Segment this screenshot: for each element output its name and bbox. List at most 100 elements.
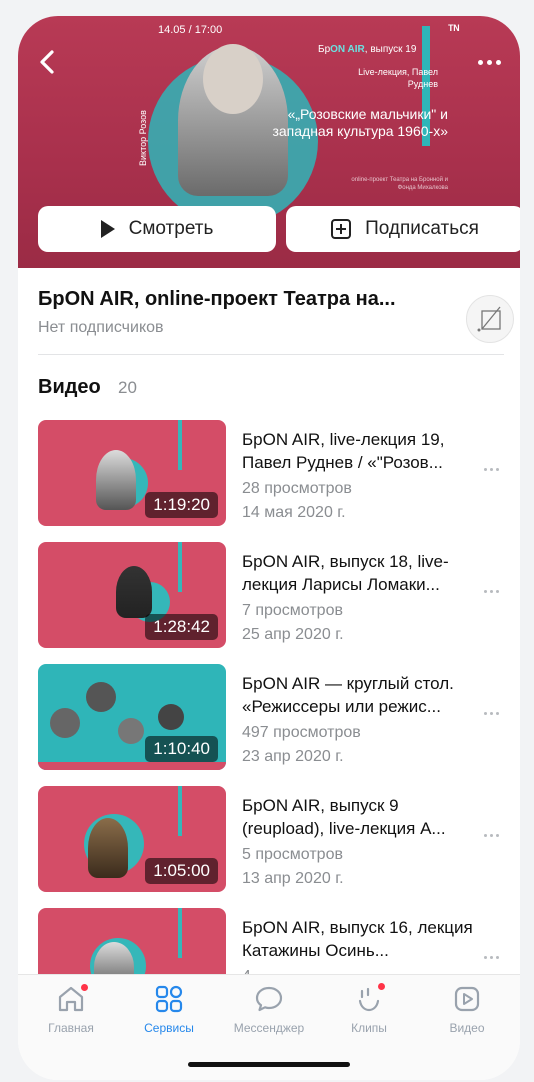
more-dot-icon bbox=[486, 59, 492, 65]
video-duration: 1:19:20 bbox=[145, 492, 218, 518]
thumb-decoration bbox=[86, 682, 116, 712]
video-more-button[interactable] bbox=[484, 712, 504, 715]
cover-episode: БрON AIR, выпуск 19 bbox=[318, 44, 416, 55]
video-duration: 1:05:00 bbox=[145, 858, 218, 884]
group-title[interactable]: БрON AIR, online-проект Театра на... bbox=[38, 288, 504, 311]
group-subscribers: Нет подписчиков bbox=[38, 319, 164, 336]
add-square-icon bbox=[331, 219, 352, 239]
subscribe-button[interactable]: Подписаться bbox=[286, 206, 520, 252]
tab-clips[interactable]: Клипы bbox=[324, 983, 414, 1035]
video-thumbnail[interactable]: 1:19:20 bbox=[38, 420, 226, 526]
more-dot-icon bbox=[484, 468, 487, 471]
cover-vertical-text: Виктор Розов bbox=[138, 110, 148, 166]
video-thumbnail[interactable]: 1:05:00 bbox=[38, 786, 226, 892]
thumb-decoration bbox=[38, 762, 226, 770]
more-dot-icon bbox=[484, 834, 487, 837]
video-title: БрON AIR, выпуск 9 (reupload), live-лекц… bbox=[242, 796, 446, 838]
messenger-icon bbox=[253, 983, 285, 1015]
services-icon bbox=[153, 983, 185, 1015]
more-dot-icon bbox=[496, 712, 499, 715]
cover-episode-on: ON AIR bbox=[330, 44, 365, 55]
notification-dot bbox=[81, 984, 88, 991]
more-dot-icon bbox=[490, 834, 493, 837]
tab-messenger[interactable]: Мессенджер bbox=[224, 983, 314, 1035]
tab-label: Сервисы bbox=[144, 1021, 194, 1035]
phone-screen: 14.05 / 17:00 ᵀᴺ БрON AIR, выпуск 19 Liv… bbox=[18, 16, 520, 1080]
home-indicator bbox=[188, 1062, 350, 1067]
video-item[interactable]: 1:19:20 БрON AIR, live-лекция 19, Павел … bbox=[38, 420, 504, 528]
video-item[interactable]: 1:10:40 БрON AIR — круглый стол. «Режисс… bbox=[38, 664, 504, 772]
more-dot-icon bbox=[484, 712, 487, 715]
video-thumbnail[interactable]: 1:28:42 bbox=[38, 542, 226, 648]
watch-button[interactable]: Смотреть bbox=[38, 206, 276, 252]
more-dot-icon bbox=[490, 590, 493, 593]
cover-action-buttons: Смотреть Подписаться bbox=[38, 206, 520, 252]
video-title: БрON AIR, выпуск 18, live-лекция Ларисы … bbox=[242, 552, 449, 594]
clips-icon bbox=[353, 983, 385, 1015]
video-more-button[interactable] bbox=[484, 468, 504, 471]
more-dot-icon bbox=[490, 468, 493, 471]
cover-episode-suffix: , выпуск 19 bbox=[364, 44, 417, 55]
tab-label: Мессенджер bbox=[233, 1021, 305, 1035]
video-title: БрON AIR, выпуск 16, лекция Катажины Оси… bbox=[242, 918, 473, 960]
thumb-decoration bbox=[118, 718, 144, 744]
tab-label: Клипы bbox=[351, 1021, 387, 1035]
back-button[interactable] bbox=[34, 48, 62, 76]
video-duration: 1:28:42 bbox=[145, 614, 218, 640]
group-avatar[interactable] bbox=[466, 295, 514, 343]
video-views: 7 просмотров bbox=[242, 602, 343, 619]
theatre-logo-icon bbox=[477, 306, 501, 332]
videos-section-title: Видео bbox=[38, 376, 101, 398]
video-icon bbox=[451, 983, 483, 1015]
video-thumbnail[interactable]: 1:10:40 bbox=[38, 664, 226, 770]
cover-date: 14.05 / 17:00 bbox=[158, 24, 223, 36]
more-dot-icon bbox=[484, 590, 487, 593]
video-info: БрON AIR, live-лекция 19, Павел Руднев /… bbox=[242, 428, 482, 526]
more-dot-icon bbox=[496, 590, 499, 593]
tab-label: Главная bbox=[48, 1021, 94, 1035]
more-dot-icon bbox=[496, 834, 499, 837]
cover-topic: «„Розовские мальчики" и западная культур… bbox=[272, 106, 448, 139]
more-dot-icon bbox=[484, 956, 487, 959]
video-date: 25 апр 2020 г. bbox=[242, 626, 344, 643]
thumb-portrait bbox=[116, 566, 152, 618]
tab-home[interactable]: Главная bbox=[26, 983, 116, 1035]
video-views: 5 просмотров bbox=[242, 846, 343, 863]
subscribe-button-label: Подписаться bbox=[365, 218, 479, 239]
tab-services[interactable]: Сервисы bbox=[124, 983, 214, 1035]
video-date: 14 мая 2020 г. bbox=[242, 504, 346, 521]
video-info: БрON AIR, выпуск 9 (reupload), live-лекц… bbox=[242, 794, 482, 892]
video-more-button[interactable] bbox=[484, 956, 504, 959]
group-cover: 14.05 / 17:00 ᵀᴺ БрON AIR, выпуск 19 Liv… bbox=[18, 16, 520, 268]
thumb-decoration bbox=[178, 786, 182, 836]
more-dot-icon bbox=[490, 712, 493, 715]
thumb-portrait bbox=[96, 450, 136, 510]
video-duration: 1:10:40 bbox=[145, 736, 218, 762]
notification-dot bbox=[378, 983, 385, 990]
video-title: БрON AIR, live-лекция 19, Павел Руднев /… bbox=[242, 430, 445, 472]
more-dot-icon bbox=[477, 59, 483, 65]
tab-label: Видео bbox=[449, 1021, 485, 1035]
group-info: БрON AIR, online-проект Театра на... Нет… bbox=[38, 288, 504, 337]
cover-lecture: Live-лекция, Павел Руднев bbox=[358, 67, 438, 89]
more-dot-icon bbox=[496, 956, 499, 959]
video-item[interactable]: 1:28:42 БрON AIR, выпуск 18, live-лекция… bbox=[38, 542, 504, 650]
tab-video[interactable]: Видео bbox=[422, 983, 512, 1035]
divider bbox=[38, 354, 504, 355]
more-options-button[interactable] bbox=[474, 52, 504, 72]
video-views: 28 просмотров bbox=[242, 480, 352, 497]
cover-portrait-head bbox=[203, 44, 263, 114]
play-icon bbox=[100, 220, 115, 238]
video-item[interactable]: 1:05:00 БрON AIR, выпуск 9 (reupload), l… bbox=[38, 786, 504, 894]
video-more-button[interactable] bbox=[484, 590, 504, 593]
thumb-decoration bbox=[158, 704, 184, 730]
video-more-button[interactable] bbox=[484, 834, 504, 837]
cover-episode-prefix: Бр bbox=[318, 44, 331, 55]
home-icon bbox=[55, 983, 88, 1015]
thumb-decoration bbox=[178, 420, 182, 470]
thumb-decoration bbox=[178, 542, 182, 592]
more-dot-icon bbox=[495, 59, 501, 65]
chevron-left-icon bbox=[40, 50, 54, 74]
cover-small-text: online-проект Театра на Бронной и Фонда … bbox=[351, 177, 448, 191]
video-title: БрON AIR — круглый стол. «Режиссеры или … bbox=[242, 674, 454, 716]
